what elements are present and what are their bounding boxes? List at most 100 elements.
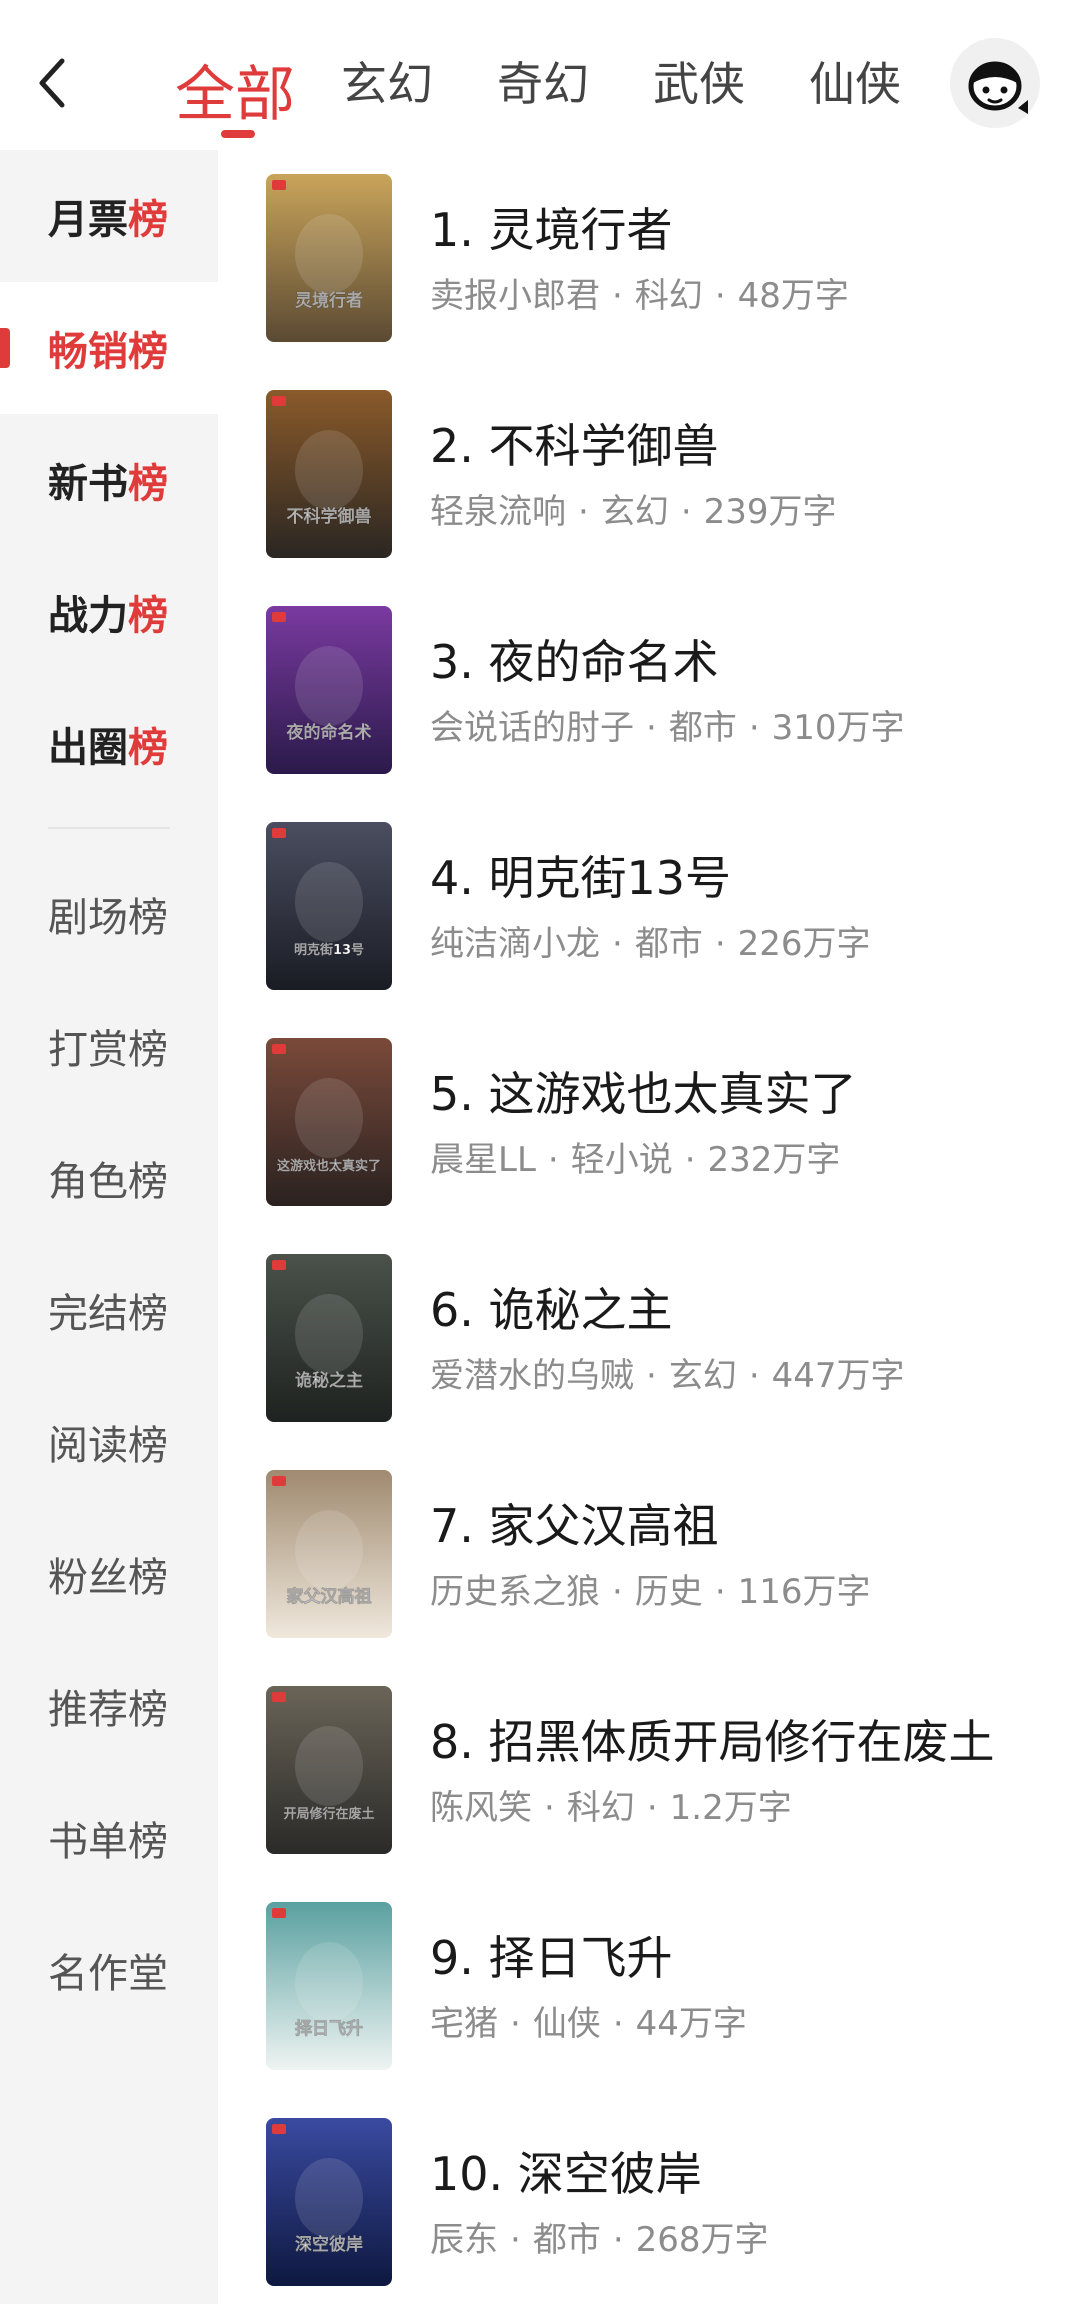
book-cover-image[interactable]: 开局修行在废土	[266, 1686, 392, 1854]
book-title[interactable]: 4. 明克街13号	[430, 842, 731, 908]
book-meta: 陈风笑 · 科幻 · 1.2万字	[430, 1780, 792, 1829]
book-list-item[interactable]: 家父汉高祖 7. 家父汉高祖 历史系之狼 · 历史 · 116万字	[218, 1446, 1080, 1662]
separator-dot: ·	[547, 1140, 559, 1180]
book-title[interactable]: 5. 这游戏也太真实了	[430, 1058, 857, 1124]
separator-dot: ·	[612, 2220, 624, 2260]
book-cover-image[interactable]: 深空彼岸	[266, 2118, 392, 2286]
book-list-item[interactable]: 开局修行在废土 8. 招黑体质开局修行在废土陈风笑 · 科幻 · 1.2万字	[218, 1662, 1080, 1878]
sidebar-item-suffix: 榜	[128, 197, 168, 243]
book-cover-image[interactable]: 这游戏也太真实了	[266, 1038, 392, 1206]
sidebar-item-new-books[interactable]: 新书榜	[0, 414, 218, 546]
book-list-item[interactable]: 诡秘之主 6. 诡秘之主 爱潜水的乌贼 · 玄幻 · 447万字	[218, 1230, 1080, 1446]
sidebar-item-label: 出圈	[48, 725, 128, 771]
book-word-count: 48万字	[737, 276, 849, 316]
svg-text:家父汉高祖: 家父汉高祖	[287, 1586, 372, 1607]
sidebar-item-fans[interactable]: 粉丝榜	[0, 1508, 218, 1640]
tab-xianxia[interactable]: 仙侠	[809, 0, 919, 150]
separator-dot: ·	[680, 492, 692, 532]
svg-text:明克街13号: 明克街13号	[294, 942, 364, 958]
book-list-item[interactable]: 择日飞升 9. 择日飞升宅猪 · 仙侠 · 44万字	[218, 1878, 1080, 2094]
book-cover-image[interactable]: 夜的命名术	[266, 606, 392, 774]
separator-dot: ·	[748, 1356, 760, 1396]
book-word-count: 310万字	[771, 708, 905, 748]
separator-dot: ·	[646, 708, 657, 748]
sidebar-item-character[interactable]: 角色榜	[0, 1112, 218, 1244]
book-genre: 都市	[668, 708, 737, 748]
book-author: 宅猪	[430, 2004, 498, 2044]
svg-text:这游戏也太真实了: 这游戏也太真实了	[277, 1158, 381, 1174]
book-title[interactable]: 6. 诡秘之主	[430, 1274, 673, 1340]
mascot-menu-button[interactable]	[950, 38, 1040, 128]
book-author: 卖报小郎君	[430, 276, 600, 316]
sidebar-item-label: 完结榜	[48, 1291, 168, 1337]
tab-xuanhuan[interactable]: 玄幻	[341, 0, 451, 150]
book-genre: 玄幻	[600, 492, 669, 532]
book-title[interactable]: 7. 家父汉高祖	[430, 1490, 719, 1556]
book-word-count: 232万字	[707, 1140, 841, 1180]
book-genre: 玄幻	[668, 1356, 737, 1396]
separator-dot: ·	[612, 276, 623, 316]
book-list-item[interactable]: 不科学御兽 2. 不科学御兽 轻泉流响 · 玄幻 · 239万字	[218, 366, 1080, 582]
book-author: 历史系之狼	[430, 1572, 600, 1612]
book-title[interactable]: 10. 深空彼岸	[430, 2138, 702, 2204]
book-author: 爱潜水的乌贼	[430, 1356, 634, 1396]
book-title[interactable]: 8. 招黑体质开局修行在废土	[430, 1706, 995, 1772]
back-button[interactable]	[22, 48, 82, 118]
book-list-item[interactable]: 深空彼岸 10. 深空彼岸 辰东 · 都市 · 268万字	[218, 2094, 1080, 2304]
sidebar-item-label: 角色榜	[48, 1159, 168, 1205]
sidebar-item-label: 名作堂	[48, 1951, 168, 1997]
book-list-item[interactable]: 夜的命名术 3. 夜的命名术 会说话的肘子 · 都市 · 310万字	[218, 582, 1080, 798]
tab-all[interactable]: 全部	[175, 0, 297, 150]
book-meta: 辰东 · 都市 · 268万字	[430, 2212, 769, 2261]
book-list-item[interactable]: 这游戏也太真实了 5. 这游戏也太真实了 晨星LL · 轻小说 · 232万字	[218, 1014, 1080, 1230]
svg-text:诡秘之主: 诡秘之主	[295, 1370, 363, 1391]
tab-label: 全部	[175, 60, 295, 130]
separator-dot: ·	[714, 276, 726, 316]
book-cover-image[interactable]: 不科学御兽	[266, 390, 392, 558]
active-indicator	[0, 328, 10, 368]
book-meta: 宅猪 · 仙侠 · 44万字	[430, 1996, 747, 2045]
svg-text:开局修行在废土: 开局修行在废土	[283, 1806, 374, 1822]
sidebar-item-breakout[interactable]: 出圈榜	[0, 678, 218, 810]
chevron-left-icon	[39, 58, 65, 108]
book-title[interactable]: 9. 择日飞升	[430, 1922, 673, 1988]
book-author: 会说话的肘子	[430, 708, 634, 748]
sidebar-item-hall-of-fame[interactable]: 名作堂	[0, 1904, 218, 2036]
separator-dot: ·	[612, 924, 623, 964]
sidebar-item-theater[interactable]: 剧场榜	[0, 848, 218, 980]
tab-wuxia[interactable]: 武侠	[653, 0, 763, 150]
book-title[interactable]: 3. 夜的命名术	[430, 626, 719, 692]
book-meta: 纯洁滴小龙 · 都市 · 226万字	[430, 916, 871, 965]
book-list-item[interactable]: 明克街13号 4. 明克街13号纯洁滴小龙 · 都市 · 226万字	[218, 798, 1080, 1014]
sidebar-item-reading[interactable]: 阅读榜	[0, 1376, 218, 1508]
book-meta: 晨星LL · 轻小说 · 232万字	[430, 1132, 840, 1181]
top-bar: 全部 玄幻 奇幻 武侠 仙侠	[0, 0, 1080, 150]
book-cover-image[interactable]: 灵境行者	[266, 174, 392, 342]
book-list-item[interactable]: 灵境行者 1. 灵境行者 卖报小郎君 · 科幻 · 48万字	[218, 150, 1080, 366]
book-title[interactable]: 2. 不科学御兽	[430, 410, 719, 476]
book-meta: 卖报小郎君 · 科幻 · 48万字	[430, 268, 849, 317]
book-author: 陈风笑	[430, 1788, 532, 1828]
book-word-count: 116万字	[737, 1572, 871, 1612]
sidebar-item-power[interactable]: 战力榜	[0, 546, 218, 678]
book-meta: 爱潜水的乌贼 · 玄幻 · 447万字	[430, 1348, 905, 1397]
sidebar-item-label: 剧场榜	[48, 895, 168, 941]
book-title[interactable]: 1. 灵境行者	[430, 194, 673, 260]
sidebar-item-bestseller[interactable]: 畅销榜	[0, 282, 218, 414]
sidebar-item-label: 畅销	[48, 329, 128, 375]
book-genre: 都市	[532, 2220, 601, 2260]
book-word-count: 447万字	[771, 1356, 905, 1396]
svg-text:深空彼岸: 深空彼岸	[295, 2234, 363, 2255]
sidebar-item-completed[interactable]: 完结榜	[0, 1244, 218, 1376]
book-cover-image[interactable]: 家父汉高祖	[266, 1470, 392, 1638]
tab-qihuan[interactable]: 奇幻	[497, 0, 607, 150]
book-cover-image[interactable]: 择日飞升	[266, 1902, 392, 2070]
sidebar-item-booklist[interactable]: 书单榜	[0, 1772, 218, 1904]
sidebar-item-monthly-ticket[interactable]: 月票榜	[0, 150, 218, 282]
svg-text:择日飞升: 择日飞升	[295, 2018, 363, 2039]
sidebar-item-tipping[interactable]: 打赏榜	[0, 980, 218, 1112]
book-cover-image[interactable]: 诡秘之主	[266, 1254, 392, 1422]
sidebar-item-suffix: 榜	[128, 461, 168, 507]
sidebar-item-recommend[interactable]: 推荐榜	[0, 1640, 218, 1772]
book-cover-image[interactable]: 明克街13号	[266, 822, 392, 990]
